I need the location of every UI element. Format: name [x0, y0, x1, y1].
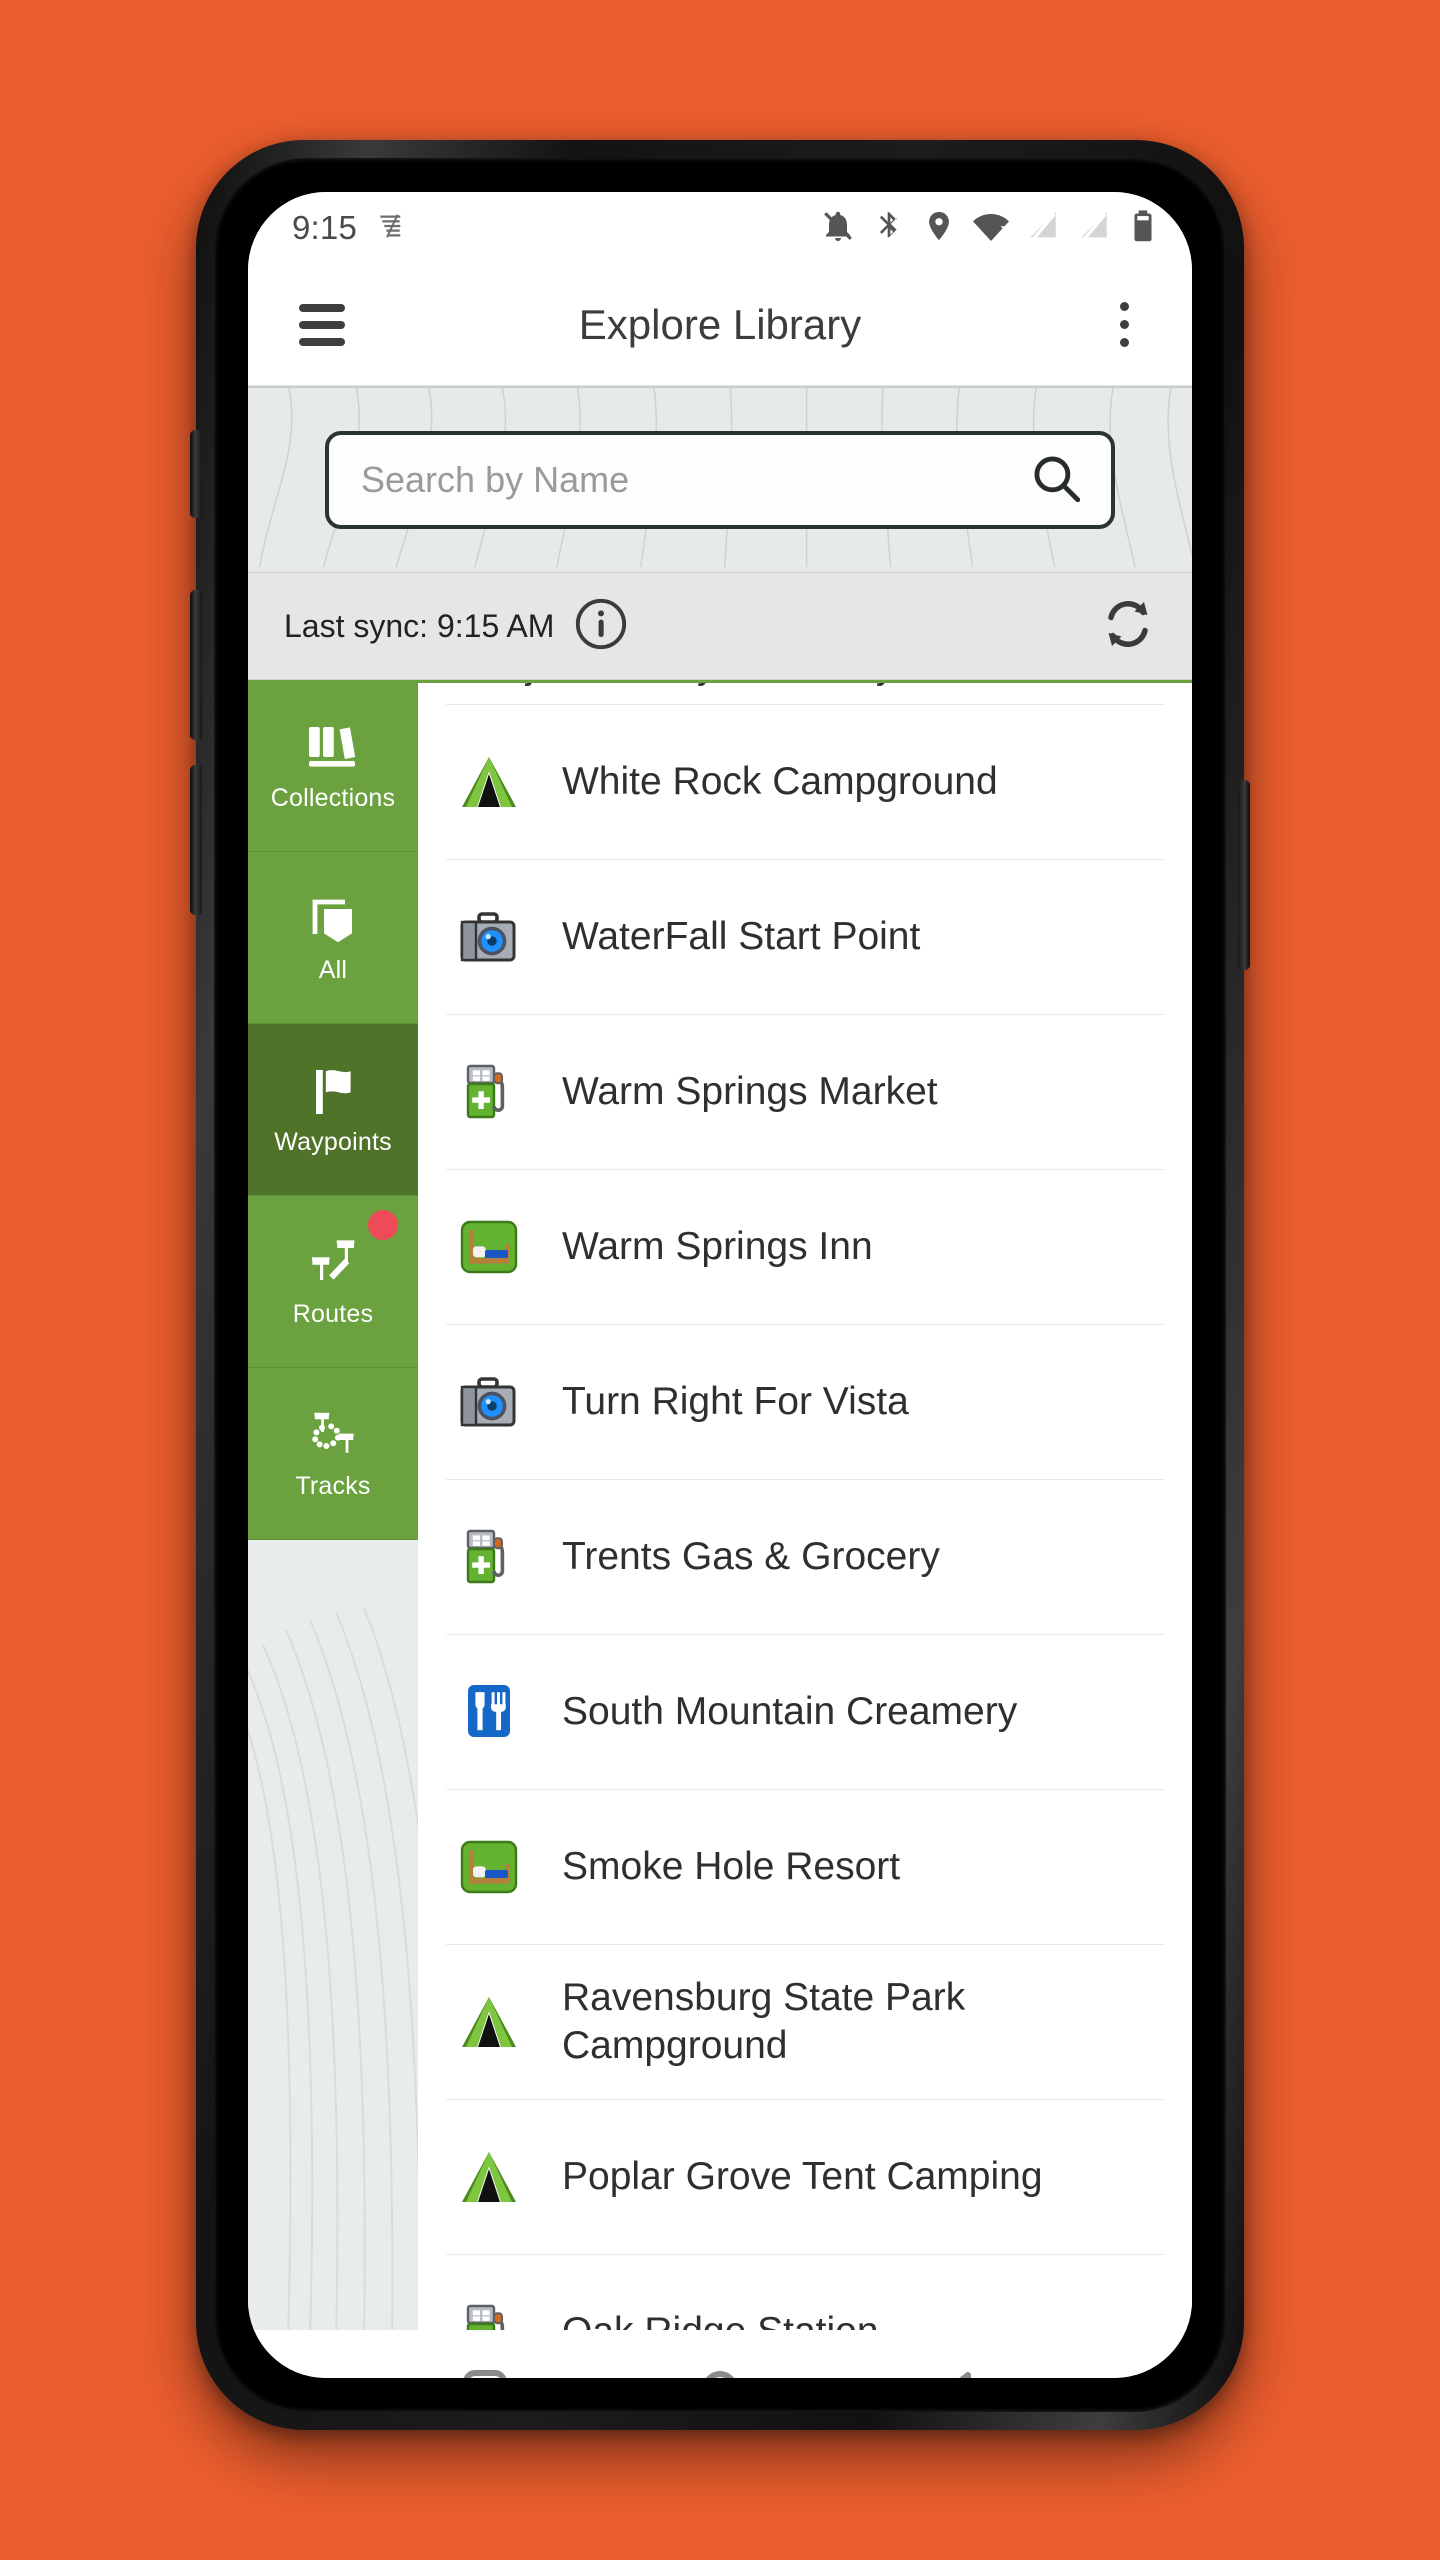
- search-icon[interactable]: [1027, 449, 1085, 512]
- wifi-icon: [973, 208, 1009, 249]
- sidebar-item-collections[interactable]: Collections: [248, 680, 418, 852]
- phone-frame: 9:15 Explore Library Search by Name Last…: [190, 140, 1250, 2430]
- list-item-label: White Rock Campground: [562, 759, 998, 803]
- search-placeholder: Search by Name: [361, 459, 630, 500]
- bluetooth-icon: [873, 210, 905, 247]
- table-row[interactable]: Oak Ridge Station: [446, 2255, 1164, 2330]
- tent-icon: [458, 2146, 520, 2208]
- info-icon[interactable]: [572, 595, 630, 658]
- sidebar-item-label: Tracks: [295, 1472, 371, 1500]
- library-list[interactable]: ject Gallery Test Entry White Rock Campg…: [418, 680, 1192, 2330]
- lodging-icon: [458, 1836, 520, 1898]
- list-item-label: Trents Gas & Grocery: [562, 1534, 940, 1578]
- volume-up-side-button[interactable]: [190, 590, 202, 740]
- status-bar-clock: 9:15: [292, 209, 358, 246]
- table-row[interactable]: Turn Right For Vista: [446, 1325, 1164, 1480]
- sync-bar: Last sync: 9:15 AM: [248, 572, 1192, 680]
- table-row[interactable]: South Mountain Creamery: [446, 1635, 1164, 1790]
- sidebar-item-label: Collections: [270, 784, 396, 812]
- list-item-label: Oak Ridge Station: [562, 2308, 879, 2330]
- table-row[interactable]: Warm Springs Inn: [446, 1170, 1164, 1325]
- android-navigation-bar: [248, 2330, 1192, 2378]
- back-button[interactable]: [910, 2351, 1000, 2378]
- phone-bezel: 9:15 Explore Library Search by Name Last…: [214, 158, 1226, 2412]
- table-row[interactable]: Poplar Grove Tent Camping: [446, 2100, 1164, 2255]
- table-row[interactable]: White Rock Campground: [446, 705, 1164, 860]
- sidebar-item-routes[interactable]: Routes: [248, 1196, 418, 1368]
- flag-icon: [307, 1064, 359, 1120]
- list-item-label: Warm Springs Market: [562, 1069, 938, 1113]
- home-button[interactable]: [675, 2351, 765, 2378]
- notifications-off-icon: [820, 208, 856, 249]
- page-title: Explore Library: [578, 300, 862, 348]
- routes-badge: [368, 1210, 398, 1240]
- table-row[interactable]: Smoke Hole Resort: [446, 1790, 1164, 1945]
- refresh-sync-icon[interactable]: [1098, 594, 1158, 659]
- location-pin-icon: [922, 209, 956, 248]
- content-area: Collections All Waypoints Routes Tracks …: [248, 680, 1192, 2330]
- list-item-label: Turn Right For Vista: [562, 1379, 909, 1423]
- table-row[interactable]: WaterFall Start Point: [446, 860, 1164, 1015]
- table-row[interactable]: Warm Springs Market: [446, 1015, 1164, 1170]
- list-item-label: South Mountain Creamery: [562, 1689, 1018, 1733]
- table-row[interactable]: Trents Gas & Grocery: [446, 1480, 1164, 1635]
- list-item-label: Smoke Hole Resort: [562, 1844, 901, 1888]
- volume-down-side-button[interactable]: [190, 765, 202, 915]
- phone-screen: 9:15 Explore Library Search by Name Last…: [248, 192, 1192, 2378]
- list-item-label: ject Gallery Test Entry: [526, 683, 895, 688]
- app-bar: Explore Library: [248, 264, 1192, 386]
- table-row[interactable]: Ravensburg State Park Campground: [446, 1945, 1164, 2100]
- list-item-label: Warm Springs Inn: [562, 1224, 873, 1268]
- bookmark-icon: [307, 892, 359, 948]
- sidebar: Collections All Waypoints Routes Tracks: [248, 680, 418, 2330]
- list-item-label: WaterFall Start Point: [562, 914, 921, 958]
- restaurant-icon: [458, 1681, 520, 1743]
- tent-icon: [458, 1991, 520, 2053]
- status-bar-left-icons: [375, 210, 407, 247]
- sidebar-item-label: Routes: [292, 1300, 374, 1328]
- overflow-menu-icon[interactable]: [1092, 289, 1156, 361]
- battery-full-icon: [1128, 209, 1158, 248]
- sidebar-item-tracks[interactable]: Tracks: [248, 1368, 418, 1540]
- last-sync-label: Last sync: 9:15 AM: [284, 607, 555, 644]
- tent-icon: [458, 751, 520, 813]
- camera-icon: [458, 906, 520, 968]
- sidebar-item-waypoints[interactable]: Waypoints: [248, 1024, 418, 1196]
- list-item-label: Ravensburg State Park Campground: [562, 1975, 966, 2067]
- route-pins-icon: [304, 1236, 362, 1292]
- mute-side-button[interactable]: [190, 430, 202, 518]
- gas-station-icon: [458, 2301, 520, 2330]
- status-bar: 9:15: [248, 192, 1192, 264]
- sidebar-item-label: Waypoints: [274, 1128, 392, 1156]
- track-dots-icon: [304, 1408, 362, 1464]
- gas-station-icon: [458, 1526, 520, 1588]
- signal-off-icon: [1077, 209, 1111, 248]
- vpn-key-icon: [375, 210, 407, 247]
- sidebar-tab-list: Collections All Waypoints Routes Tracks: [248, 680, 418, 1540]
- list-item-clipped[interactable]: ject Gallery Test Entry: [446, 683, 1164, 705]
- sidebar-item-label: All: [318, 956, 348, 984]
- status-bar-right-icons: [820, 208, 1158, 249]
- search-area: Search by Name: [248, 386, 1192, 572]
- lodging-icon: [458, 1216, 520, 1278]
- gas-station-icon: [458, 1061, 520, 1123]
- sidebar-item-all[interactable]: All: [248, 852, 418, 1024]
- power-side-button[interactable]: [1238, 780, 1250, 970]
- camera-icon: [458, 1371, 520, 1433]
- recents-button[interactable]: [440, 2351, 530, 2378]
- hamburger-menu-icon[interactable]: [286, 289, 358, 361]
- list-item-label: Poplar Grove Tent Camping: [562, 2154, 1043, 2198]
- signal-off-icon: [1026, 209, 1060, 248]
- books-icon: [305, 720, 361, 776]
- search-input[interactable]: Search by Name: [325, 431, 1115, 529]
